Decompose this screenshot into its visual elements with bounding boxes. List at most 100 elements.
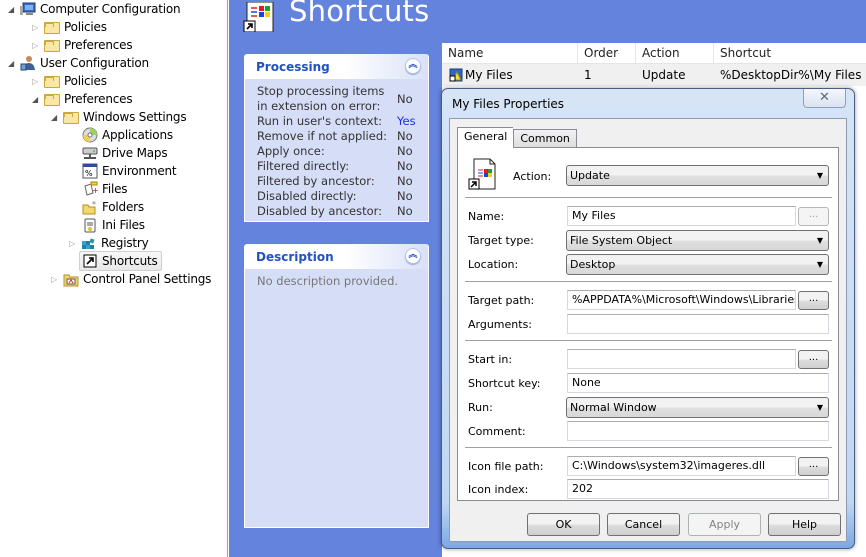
tree-item-policies[interactable]: ▷ Policies — [30, 72, 107, 90]
processing-value: Yes — [397, 114, 416, 128]
tree-item-label: Files — [102, 182, 128, 196]
separator — [465, 197, 832, 198]
folder-icon — [44, 91, 60, 107]
action-select[interactable]: Update ▼ — [566, 165, 829, 186]
close-button[interactable]: ✕ — [803, 89, 846, 108]
tree-item-windows-settings[interactable]: ◢ Windows Settings — [49, 108, 187, 126]
tree-item-folders[interactable]: * Folders — [82, 198, 144, 216]
comment-label: Comment: — [468, 425, 526, 438]
processing-row: Filtered by ancestor: No — [245, 174, 428, 189]
collapse-arrow-icon[interactable]: ▷ — [30, 77, 40, 86]
tab-common[interactable]: Common — [513, 129, 577, 148]
tree-item-drive-maps[interactable]: Drive Maps — [82, 144, 168, 162]
action-label: Action: — [513, 170, 552, 183]
tree-item-label: Ini Files — [102, 218, 145, 232]
shortcut-header-icon — [243, 1, 277, 33]
tree-item-preferences[interactable]: ▷ Preferences — [30, 36, 133, 54]
icon-file-path-input[interactable]: C:\Windows\system32\imageres.dll — [567, 456, 796, 476]
cell-name-text: My Files — [465, 68, 513, 82]
dropdown-arrow-icon: ▼ — [816, 260, 823, 269]
tree-item-preferences[interactable]: ◢ Preferences — [30, 90, 133, 108]
shortcut-icon — [82, 253, 98, 269]
description-title: Description — [256, 250, 334, 264]
environment-icon: % — [82, 163, 98, 179]
processing-value: No — [397, 129, 413, 143]
run-value: Normal Window — [570, 401, 657, 414]
tree-item-applications[interactable]: Applications — [82, 126, 173, 144]
svg-text:%: % — [85, 169, 93, 178]
tree-item-label: Registry — [101, 236, 149, 250]
expand-arrow-icon[interactable]: ◢ — [6, 59, 16, 68]
processing-row: Disabled by ancestor: No — [245, 204, 428, 219]
start-in-browse-button[interactable]: ... — [798, 350, 829, 369]
icon-index-input[interactable]: 202 — [567, 479, 829, 499]
target-type-select[interactable]: File System Object ▼ — [566, 230, 829, 251]
cell-shortcut: %DesktopDir%\My Files — [720, 68, 862, 82]
tree-item-files[interactable]: + Files — [82, 180, 128, 198]
dropdown-arrow-icon: ▼ — [816, 403, 823, 412]
tree-item-policies[interactable]: ▷ Policies — [30, 18, 107, 36]
help-button[interactable]: Help — [768, 513, 841, 536]
tree-item-ini-files[interactable]: Ini Files — [82, 216, 145, 234]
start-in-input[interactable] — [567, 349, 796, 369]
dialog-body: General Common Action: Update ▼ Name: My… — [449, 118, 847, 542]
target-path-browse-button[interactable]: ... — [798, 291, 829, 310]
tree-item-user-configuration[interactable]: ◢ User Configuration — [6, 54, 149, 72]
svg-text:*: * — [92, 200, 96, 209]
tree-item-shortcuts[interactable]: Shortcuts — [79, 251, 162, 271]
tree-item-label: User Configuration — [40, 56, 149, 70]
comment-input[interactable] — [567, 421, 829, 441]
tree-item-label: Policies — [64, 20, 107, 34]
shortcut-item-icon — [449, 68, 463, 82]
collapse-arrow-icon[interactable]: ▷ — [30, 23, 40, 32]
control-panel-icon — [63, 271, 79, 287]
column-header-name[interactable]: Name — [442, 43, 578, 63]
target-path-input[interactable]: %APPDATA%\Microsoft\Windows\Libraries — [567, 290, 796, 310]
processing-panel: Processing ︽ Stop processing items in ex… — [244, 54, 429, 222]
list-item[interactable]: My Files 1 Update %DesktopDir%\My Files — [442, 64, 866, 86]
name-browse-button[interactable]: ... — [798, 207, 829, 226]
tab-general[interactable]: General — [457, 127, 514, 149]
expand-arrow-icon[interactable]: ◢ — [6, 5, 16, 14]
column-header-action[interactable]: Action — [636, 43, 714, 63]
expand-arrow-icon[interactable]: ◢ — [49, 113, 59, 122]
run-select[interactable]: Normal Window ▼ — [566, 397, 829, 418]
processing-row: Filtered directly: No — [245, 159, 428, 174]
tree-item-label: Preferences — [64, 38, 133, 52]
shortcut-key-input[interactable]: None — [567, 373, 829, 393]
processing-value: No — [397, 189, 413, 203]
tree-item-control-panel-settings[interactable]: ▷ Control Panel Settings — [49, 270, 211, 288]
tree-item-environment[interactable]: % Environment — [82, 162, 177, 180]
processing-label: Run in user's context: — [257, 114, 382, 128]
location-value: Desktop — [570, 258, 616, 271]
collapse-arrow-icon[interactable]: ▷ — [49, 275, 59, 284]
column-header-shortcut[interactable]: Shortcut — [714, 43, 866, 63]
processing-row: Remove if not applied: No — [245, 129, 428, 144]
column-header-order[interactable]: Order — [578, 43, 636, 63]
expand-arrow-icon[interactable]: ◢ — [30, 95, 40, 104]
ok-button[interactable]: OK — [527, 513, 600, 536]
collapse-arrow-icon[interactable]: ▷ — [30, 41, 40, 50]
apply-button[interactable]: Apply — [688, 513, 761, 536]
processing-value: No — [397, 204, 413, 218]
collapse-arrow-icon[interactable]: ▷ — [67, 239, 77, 248]
name-input[interactable]: My Files — [567, 206, 796, 226]
description-panel: Description ︽ No description provided. — [244, 244, 429, 528]
processing-value: No — [397, 144, 413, 158]
processing-label: Apply once: — [257, 144, 325, 158]
tree-item-label: Environment — [102, 164, 177, 178]
tree-item-label: Control Panel Settings — [83, 272, 212, 286]
collapse-chevron-icon[interactable]: ︽ — [405, 248, 421, 264]
separator — [465, 447, 832, 448]
tree-item-computer-configuration[interactable]: ◢ Computer Configuration — [6, 0, 181, 18]
processing-value: No — [397, 174, 413, 188]
tree-item-label: Shortcuts — [102, 254, 158, 268]
arguments-input[interactable] — [567, 314, 829, 334]
tree-item-registry[interactable]: ▷ Registry — [67, 234, 149, 252]
collapse-chevron-icon[interactable]: ︽ — [405, 58, 421, 74]
folder-icon — [63, 109, 79, 125]
location-select[interactable]: Desktop ▼ — [566, 254, 829, 275]
cancel-button[interactable]: Cancel — [607, 513, 680, 536]
icon-file-path-browse-button[interactable]: ... — [798, 457, 829, 476]
tree-item-label: Preferences — [64, 92, 133, 106]
